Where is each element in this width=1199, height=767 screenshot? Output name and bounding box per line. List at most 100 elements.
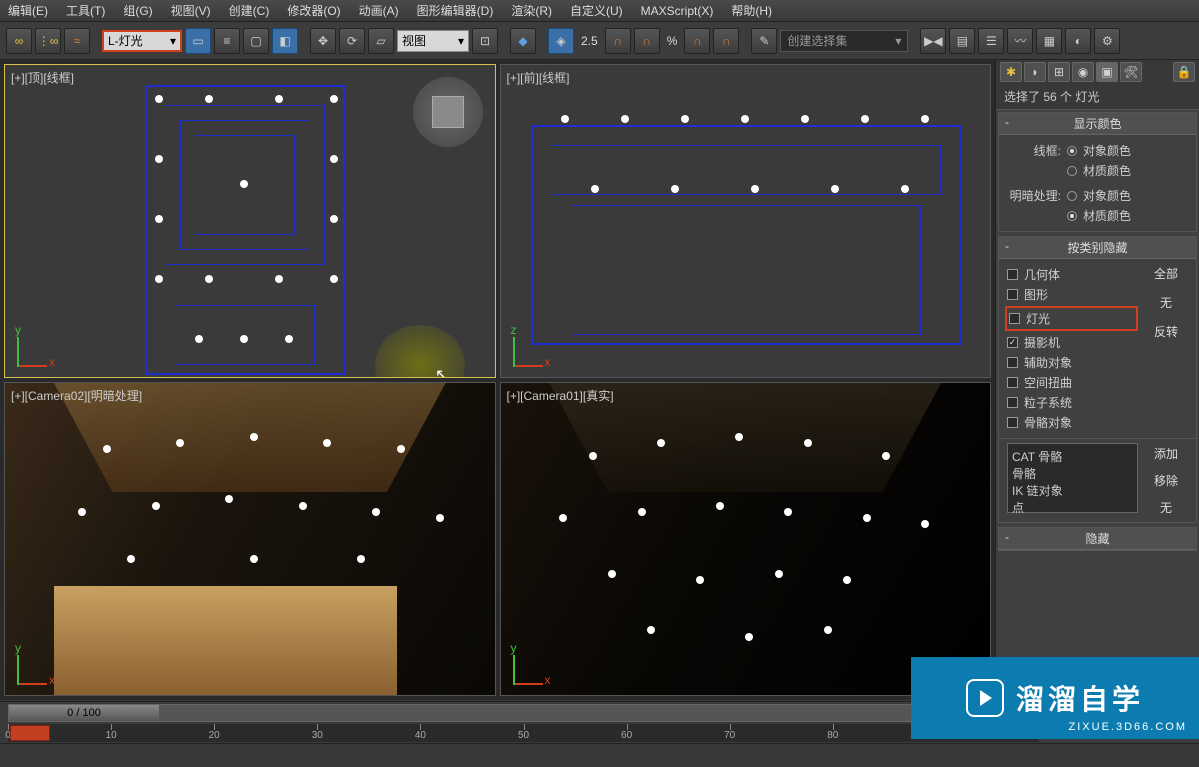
tick-label: 10: [106, 730, 117, 741]
select-manipulate-button[interactable]: ◆: [510, 28, 536, 54]
viewport-front[interactable]: [+][前][线框] xz: [500, 64, 992, 378]
btn-remove[interactable]: 移除: [1144, 470, 1188, 491]
menu-views[interactable]: 视图(V): [171, 2, 211, 19]
tick-label: 50: [518, 730, 529, 741]
viewport-top[interactable]: [+][顶][线框] ↖: [4, 64, 496, 378]
btn-list-none[interactable]: 无: [1144, 497, 1188, 518]
time-handle[interactable]: 0 / 100: [9, 705, 159, 721]
radio-shade-object[interactable]: [1067, 191, 1077, 201]
menu-group[interactable]: 组(G): [123, 2, 152, 19]
viewport-camera01[interactable]: [+][Camera01][真实] xy: [500, 382, 992, 696]
spinner-snap-button[interactable]: ∩: [684, 28, 710, 54]
viewport-camera02[interactable]: [+][Camera02][明暗处理] xy: [4, 382, 496, 696]
snap-toggle-button[interactable]: ◈: [548, 28, 574, 54]
viewport-label-top[interactable]: [+][顶][线框]: [11, 69, 74, 86]
named-selection-value: 创建选择集: [787, 32, 847, 49]
cb-cameras[interactable]: [1007, 337, 1018, 348]
unlink-button[interactable]: ⋮∞: [35, 28, 61, 54]
main-toolbar: ∞ ⋮∞ ≈ L-灯光 ▾ ▭ ≡ ▢ ◧ ✥ ⟳ ▱ 视图 ▾ ⊡ ◆ ◈ 2…: [0, 22, 1199, 60]
cb-lights[interactable]: [1009, 313, 1020, 324]
btn-invert[interactable]: 反转: [1154, 321, 1178, 342]
menu-maxscript[interactable]: MAXScript(X): [641, 4, 714, 18]
motion-tab[interactable]: ◉: [1072, 62, 1094, 82]
cb-spacewarps[interactable]: [1007, 377, 1018, 388]
tick-label: 60: [621, 730, 632, 741]
menu-bar: 编辑(E) 工具(T) 组(G) 视图(V) 创建(C) 修改器(O) 动画(A…: [0, 0, 1199, 22]
btn-all[interactable]: 全部: [1154, 263, 1178, 284]
menu-rendering[interactable]: 渲染(R): [511, 2, 552, 19]
rollout-head-display[interactable]: -显示颜色: [999, 113, 1196, 135]
time-ruler[interactable]: 0102030405060708090100: [8, 724, 1039, 742]
selection-filter-dropdown[interactable]: L-灯光 ▾: [102, 30, 182, 52]
named-selection-dropdown[interactable]: 创建选择集 ▾: [780, 30, 908, 52]
rollout-hide-by-category: -按类别隐藏 几何体 图形 灯光 摄影机 辅助对象 空间扭曲 粒子系统 骨骼对象…: [998, 236, 1197, 523]
menu-graph-editors[interactable]: 图形编辑器(D): [417, 2, 494, 19]
cb-geometry[interactable]: [1007, 269, 1018, 280]
menu-animation[interactable]: 动画(A): [359, 2, 399, 19]
move-button[interactable]: ✥: [310, 28, 336, 54]
material-editor-button[interactable]: ◐: [1065, 28, 1091, 54]
schematic-button[interactable]: ▦: [1036, 28, 1062, 54]
time-slider[interactable]: 0 / 100: [8, 704, 1039, 722]
main-area: [+][顶][线框] ↖: [0, 60, 1199, 700]
cb-bones[interactable]: [1007, 417, 1018, 428]
angle-snap-value: 2.5: [581, 34, 598, 48]
radio-wire-object[interactable]: [1067, 146, 1077, 156]
viewport-label-front[interactable]: [+][前][线框]: [507, 69, 570, 86]
display-tab[interactable]: ▣: [1096, 62, 1118, 82]
bind-spacewarp-button[interactable]: ≈: [64, 28, 90, 54]
menu-help[interactable]: 帮助(H): [731, 2, 772, 19]
utilities-tab[interactable]: 🛠: [1120, 62, 1142, 82]
ref-coord-dropdown[interactable]: 视图 ▾: [397, 30, 469, 52]
trackbar-key-button[interactable]: [10, 725, 50, 741]
named-set-edit-button[interactable]: ✎: [751, 28, 777, 54]
cb-shapes[interactable]: [1007, 289, 1018, 300]
render-setup-button[interactable]: ⚙: [1094, 28, 1120, 54]
command-panel-tabs: ✱ ◗ ⊞ ◉ ▣ 🛠 🔒: [996, 60, 1199, 84]
viewport-top-content: ↖ xy: [5, 65, 495, 377]
curve-editor-button[interactable]: 〰: [1007, 28, 1033, 54]
watermark-url: ZIXUE.3D66.COM: [1069, 721, 1187, 733]
rotate-button[interactable]: ⟳: [339, 28, 365, 54]
align-button[interactable]: ▤: [949, 28, 975, 54]
lights-overlay: [501, 383, 991, 695]
menu-customize[interactable]: 自定义(U): [570, 2, 623, 19]
create-tab[interactable]: ✱: [1000, 62, 1022, 82]
viewport-label-cam2[interactable]: [+][Camera02][明暗处理]: [11, 387, 142, 404]
menu-modifiers[interactable]: 修改器(O): [287, 2, 340, 19]
hierarchy-tab[interactable]: ⊞: [1048, 62, 1070, 82]
percent-icon: %: [667, 34, 678, 48]
menu-edit[interactable]: 编辑(E): [8, 2, 48, 19]
modify-tab[interactable]: ◗: [1024, 62, 1046, 82]
rollout-head-hide[interactable]: -隐藏: [999, 528, 1196, 550]
layers-button[interactable]: ☰: [978, 28, 1004, 54]
link-button[interactable]: ∞: [6, 28, 32, 54]
rect-region-button[interactable]: ▢: [243, 28, 269, 54]
watermark-overlay: 溜溜自学 ZIXUE.3D66.COM: [911, 657, 1199, 739]
radio-wire-material[interactable]: [1067, 166, 1077, 176]
btn-none[interactable]: 无: [1160, 292, 1172, 313]
snap-4-button[interactable]: ∩: [713, 28, 739, 54]
menu-create[interactable]: 创建(C): [229, 2, 270, 19]
viewcube[interactable]: [413, 77, 483, 147]
pivot-center-button[interactable]: ⊡: [472, 28, 498, 54]
window-crossing-button[interactable]: ◧: [272, 28, 298, 54]
menu-tools[interactable]: 工具(T): [66, 2, 105, 19]
lock-icon[interactable]: 🔒: [1173, 62, 1195, 82]
select-object-button[interactable]: ▭: [185, 28, 211, 54]
cb-particles[interactable]: [1007, 397, 1018, 408]
percent-snap-button[interactable]: ∩: [634, 28, 660, 54]
angle-snap-button[interactable]: ∩: [605, 28, 631, 54]
wireframe-label: 线框:: [1007, 142, 1061, 159]
bone-listbox[interactable]: CAT 骨骼 骨骼 IK 链对象 点: [1007, 443, 1138, 513]
viewport-label-cam1[interactable]: [+][Camera01][真实]: [507, 387, 614, 404]
mirror-button[interactable]: ▶◀: [920, 28, 946, 54]
cb-helpers[interactable]: [1007, 357, 1018, 368]
scale-button[interactable]: ▱: [368, 28, 394, 54]
radio-shade-material[interactable]: [1067, 211, 1077, 221]
rollout-hide: -隐藏: [998, 527, 1197, 551]
rollout-head-hidecat[interactable]: -按类别隐藏: [999, 237, 1196, 259]
selection-info: 选择了 56 个 灯光: [996, 84, 1199, 110]
select-by-name-button[interactable]: ≡: [214, 28, 240, 54]
btn-add[interactable]: 添加: [1144, 443, 1188, 464]
